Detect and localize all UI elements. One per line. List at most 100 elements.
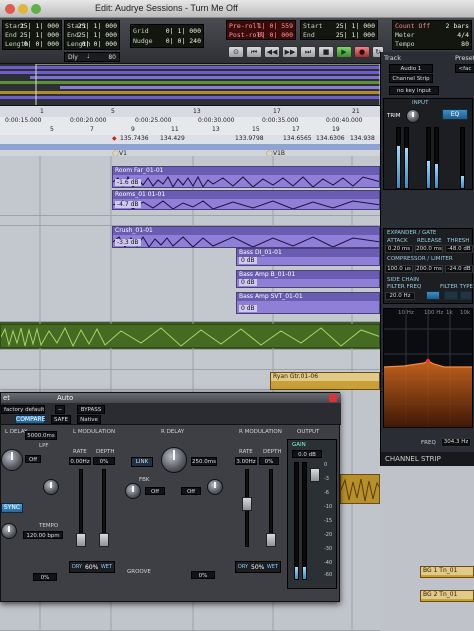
wet-label: WET <box>100 564 112 570</box>
r-dry-wet[interactable]: DRY 50% WET <box>235 561 281 573</box>
rewind-button[interactable]: ◀◀ <box>264 46 280 58</box>
sync-button[interactable]: SYNC <box>1 503 23 513</box>
audio-clip[interactable]: BG 2 Tn_01 <box>420 590 474 602</box>
bar-tick: 5 <box>111 108 115 115</box>
audio-clip[interactable] <box>340 474 380 504</box>
main-counter[interactable]: Start 25| 1| 000 End 25| 1| 000 Length 0| 0… <box>2 20 62 50</box>
output-gain-fader[interactable] <box>310 468 320 482</box>
online-button[interactable]: ⊙ <box>228 46 244 58</box>
r-depth-fader[interactable] <box>266 533 276 547</box>
l-rate-fader[interactable] <box>76 533 86 547</box>
l-delay-knob[interactable] <box>1 449 23 471</box>
clip-gain[interactable]: -1.6 dB <box>115 179 141 186</box>
compare-button[interactable]: COMPARE <box>15 415 45 424</box>
comp-threshold-value[interactable]: -24.0 dB <box>445 265 473 273</box>
feedback-knob[interactable] <box>1 523 17 539</box>
track-select[interactable]: Audio 1 <box>389 64 433 73</box>
eq-button[interactable]: EQ <box>442 109 468 120</box>
native-button[interactable]: Native <box>77 415 101 424</box>
countoff-meter-display[interactable]: Count Off 2 bars Meter 4/4 Tempo 80 <box>392 20 472 50</box>
tempo-ruler[interactable]: ◆ 135.7436 134.429 133.9798 134.6565 134… <box>0 135 380 144</box>
compare-minus-icon[interactable]: − <box>55 405 65 414</box>
audio-clip[interactable]: Crush_01-01 -3.3 dB <box>112 226 380 248</box>
r-feedback-knob[interactable] <box>125 483 141 499</box>
r-lpf-knob[interactable] <box>207 479 223 495</box>
audio-clip[interactable]: Room Far_01-01 -1.6 dB <box>112 166 380 188</box>
comp-attack-value[interactable]: 100.0 us <box>385 265 413 273</box>
tempo-marker-icon[interactable]: ◆ <box>112 135 117 142</box>
safe-button[interactable]: SAFE <box>51 415 71 424</box>
minimize-window-icon[interactable] <box>18 4 28 14</box>
audio-clip[interactable]: Rooms_01 01-01 -4.7 dB <box>112 190 380 210</box>
audio-clip[interactable]: BG 1 Tn_01 <box>420 566 474 578</box>
preset-select[interactable]: factory default> <box>1 405 45 414</box>
groove-value[interactable]: 0% <box>191 571 215 579</box>
audio-clip[interactable]: Ryan Gtr.01-06 <box>270 372 380 390</box>
filter-bp-button[interactable] <box>460 291 472 300</box>
audio-clip[interactable]: Bass Amp SVT_01-01 0 dB <box>236 292 380 314</box>
play-button[interactable]: ▶ <box>336 46 352 58</box>
trim-knob[interactable] <box>406 109 420 123</box>
selection-counter[interactable]: Start 25| 1| 000 End 25| 1| 000 Length 0| 0… <box>64 20 120 50</box>
r-rate-fader[interactable] <box>242 497 252 511</box>
audio-clip-green[interactable] <box>0 324 380 348</box>
bars-beats-ruler[interactable]: 1 5 13 17 21 <box>0 106 380 117</box>
clip-gain[interactable]: 0 dB <box>239 305 257 312</box>
fast-forward-button[interactable]: ▶▶ <box>282 46 298 58</box>
stop-button[interactable]: ■ <box>318 46 334 58</box>
r-lpf-value[interactable]: Off <box>145 487 165 495</box>
link-button[interactable]: LINK <box>131 457 153 467</box>
close-window-icon[interactable] <box>5 4 15 14</box>
plugin-close-icon[interactable] <box>329 394 337 402</box>
l-depth-value[interactable]: 0% <box>93 457 115 465</box>
l-delay-time-value[interactable]: 5000.0ms <box>25 431 57 440</box>
gain-value[interactable]: 0.0 dB <box>292 450 322 458</box>
r-delay-knob[interactable] <box>161 447 187 473</box>
tempo-value[interactable]: 120.00 bpm <box>23 531 63 539</box>
expander-release-value[interactable]: 200.0 ms <box>415 245 443 253</box>
expander-attack-value[interactable]: 0.20 ms <box>385 245 413 253</box>
comp-release-value[interactable]: 200.0 ms <box>415 265 443 273</box>
filter-listen-button[interactable] <box>426 291 440 300</box>
filter-hp-button[interactable] <box>444 291 458 300</box>
return-to-zero-button[interactable]: ⏮ <box>246 46 262 58</box>
r-depth-value[interactable]: 0% <box>259 457 279 465</box>
l-depth-fader[interactable] <box>99 533 109 547</box>
session-overview[interactable] <box>0 64 380 106</box>
expander-threshold-value[interactable]: -48.0 dB <box>445 245 473 253</box>
r-hpf-value[interactable]: Off <box>181 487 201 495</box>
bypass-button[interactable]: BYPASS <box>77 405 105 414</box>
record-button[interactable]: ● <box>354 46 370 58</box>
overview-graphic <box>0 64 380 105</box>
go-to-end-button[interactable]: ⏭ <box>300 46 316 58</box>
eq-graph[interactable]: 10 Hz 100 Hz 1k 10k <box>383 308 473 428</box>
filter-freq-value[interactable]: 20.0 Hz <box>385 292 415 300</box>
preroll-display[interactable]: Pre-roll 1| 0| 559 Post-roll 0| 0| 000 <box>226 20 296 40</box>
clip-gain[interactable]: 0 dB <box>239 257 257 264</box>
r-delay-time-value[interactable]: 250.0ms <box>191 457 217 466</box>
grid-nudge-display[interactable]: Grid 0| 1| 000 Nudge 0| 0| 240 <box>130 24 204 48</box>
preset-select[interactable]: <fac <box>455 64 474 73</box>
r-rate-value[interactable]: 3.00Hz <box>235 457 257 465</box>
minsecs-ruler[interactable]: 0:00:15.000 0:00:20.000 0:00:25.000 0:00… <box>0 117 380 126</box>
start-end-display[interactable]: Start 25| 1| 000 End 25| 1| 000 <box>300 20 378 40</box>
hpf-value[interactable]: Off <box>25 455 41 463</box>
timeline-rulers[interactable]: 1 5 13 17 21 0:00:15.000 0:00:20.000 0:0… <box>0 106 380 159</box>
clip-gain[interactable]: -4.7 dB <box>115 201 141 208</box>
key-input-select[interactable]: no key input <box>389 86 439 95</box>
bar-number-ruler[interactable]: 5 7 9 11 13 15 17 19 <box>0 126 380 135</box>
lpf-knob[interactable] <box>43 479 59 495</box>
clip-gain[interactable]: 0 dB <box>239 279 257 286</box>
clip-gain[interactable]: -3.3 dB <box>115 239 141 246</box>
dly-label[interactable]: Dly <box>68 54 78 61</box>
l-mix-value[interactable]: 0% <box>33 573 57 581</box>
freq-value[interactable]: 304.3 Hz <box>441 438 471 447</box>
l-rate-value[interactable]: 0.00Hz <box>69 457 91 465</box>
audio-clip[interactable]: Bass Amp B_01-01 0 dB <box>236 270 380 288</box>
zoom-window-icon[interactable] <box>31 4 41 14</box>
plugin-select[interactable]: Channel Strip <box>389 74 433 83</box>
eq-band-node[interactable] <box>426 359 430 363</box>
audio-clip[interactable]: Bass DI_01-01 0 dB <box>236 248 380 266</box>
metronome-icon[interactable]: ♩ <box>87 53 90 60</box>
l-dry-wet[interactable]: DRY 60% WET <box>69 561 115 573</box>
